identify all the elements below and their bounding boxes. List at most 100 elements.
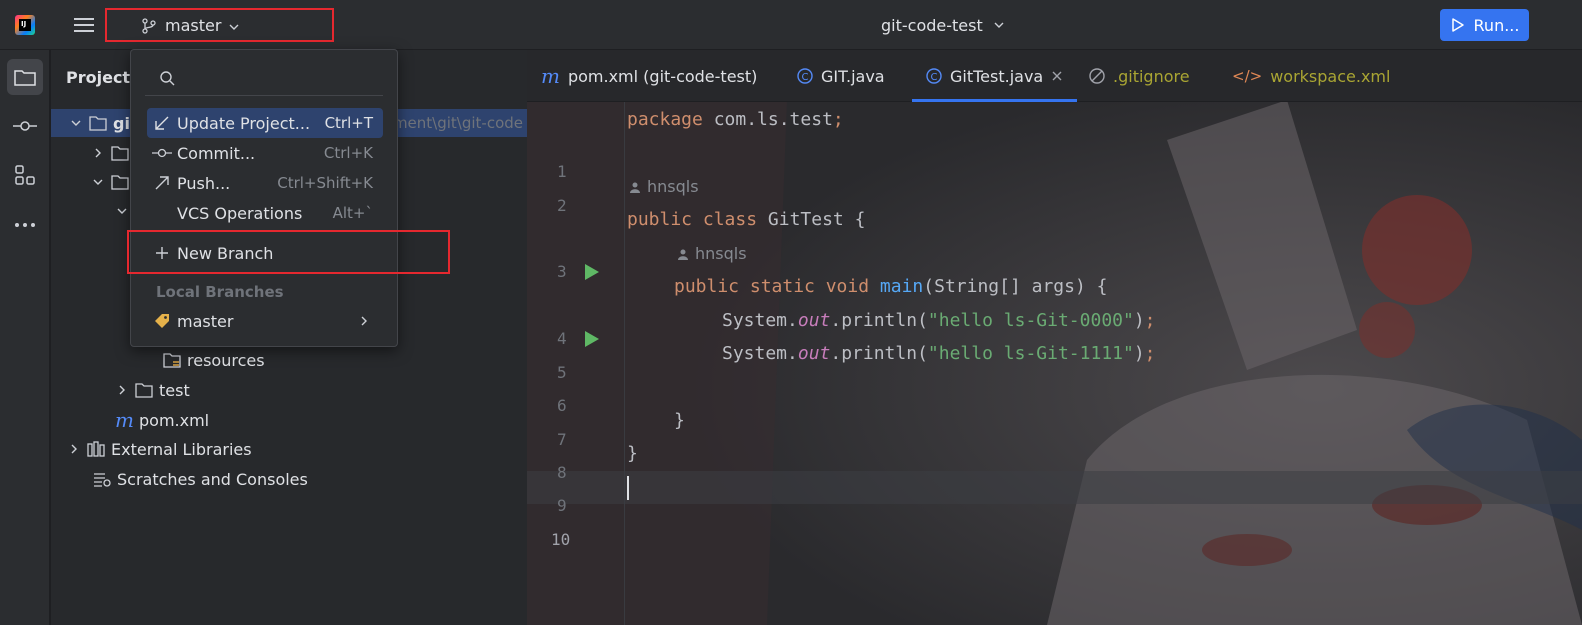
popup-search-field[interactable] [145, 58, 383, 96]
new-branch-item[interactable]: New Branch [147, 238, 383, 268]
line-number: 8 [557, 463, 567, 482]
tool-window-strip [0, 50, 50, 625]
run-class-icon[interactable] [585, 264, 599, 280]
code-line-9: } [627, 443, 638, 464]
line-number: 9 [557, 496, 567, 515]
line-number: 10 [551, 530, 571, 549]
folder-icon [111, 175, 129, 190]
tab-label: pom.xml (git-code-test) [567, 66, 758, 86]
project-panel-title: Project [66, 68, 131, 87]
git-branch-icon [142, 18, 156, 34]
code-line-8: } [674, 410, 685, 431]
commit-item[interactable]: Commit... Ctrl+K [147, 138, 383, 168]
tree-item-external-libraries[interactable]: External Libraries [67, 435, 252, 463]
commit-icon [152, 148, 172, 158]
maven-icon: m [541, 64, 560, 88]
commit-tool-button[interactable] [7, 108, 43, 144]
tree-row[interactable] [91, 139, 129, 167]
branch-widget[interactable]: master [105, 8, 334, 42]
tree-item-pom[interactable]: m pom.xml [115, 406, 209, 434]
branch-popup: Update Project... Ctrl+T Commit... Ctrl+… [130, 49, 398, 347]
tree-row[interactable] [115, 197, 129, 225]
root-path-hint: ment\git\git-code [392, 114, 524, 132]
current-line-highlight [527, 471, 1582, 504]
chevron-down-icon [71, 120, 81, 126]
editor-gutter: 1 2 3 4 5 6 7 8 9 10 [527, 102, 625, 625]
tree-item-resources[interactable]: resources [163, 346, 265, 374]
structure-icon [15, 165, 35, 185]
code-line-3: public class GitTest { [627, 209, 866, 230]
run-main-icon[interactable] [585, 331, 599, 347]
push-arrow-icon [155, 176, 169, 190]
chevron-right-icon [71, 444, 77, 454]
vcs-operations-item[interactable]: VCS Operations Alt+` [147, 198, 383, 228]
user-icon [678, 249, 688, 260]
tree-item-label: pom.xml [139, 410, 210, 430]
tab-gitignore[interactable]: .gitignore [1089, 50, 1190, 102]
more-tools-button[interactable] [7, 207, 43, 243]
svg-text:C: C [931, 72, 938, 83]
search-icon [160, 71, 175, 86]
editor-area: m pom.xml (git-code-test) C GIT.java C G… [527, 50, 1582, 625]
more-icon [15, 223, 35, 227]
title-bar: IJ master git-code-test Run... [0, 0, 1582, 50]
project-name-label: git-code-test [881, 15, 983, 35]
chevron-down-icon [994, 22, 1004, 28]
tree-item-label: resources [187, 350, 265, 370]
xml-icon: </> [1232, 67, 1263, 85]
resources-folder-icon [163, 353, 181, 368]
main-menu-icon[interactable] [74, 15, 94, 35]
tree-row[interactable] [91, 168, 129, 196]
push-item[interactable]: Push... Ctrl+Shift+K [147, 168, 383, 198]
popup-search-input[interactable] [185, 66, 375, 88]
text-caret [627, 476, 629, 500]
tree-item-label: External Libraries [111, 439, 252, 459]
tab-label: workspace.xml [1270, 66, 1391, 86]
tab-workspace-xml[interactable]: </> workspace.xml [1232, 50, 1390, 102]
chevron-down-icon [93, 179, 103, 185]
intellij-logo-icon[interactable]: IJ [15, 15, 35, 35]
close-tab-icon[interactable] [1051, 70, 1063, 82]
code-line-5: System.out.println("hello ls-Git-0000"); [722, 310, 1156, 331]
author-inlay-hint[interactable]: hnsqls [677, 244, 747, 263]
plus-icon [156, 247, 168, 259]
tab-pom-xml[interactable]: m pom.xml (git-code-test) [541, 50, 757, 102]
library-icon [87, 441, 105, 457]
current-branch-label: master [165, 16, 222, 35]
line-number: 7 [557, 430, 567, 449]
branch-master-item[interactable]: master [147, 306, 383, 336]
maven-icon: m [115, 408, 134, 432]
run-button[interactable]: Run... [1440, 9, 1529, 41]
tree-item-scratches[interactable]: Scratches and Consoles [93, 465, 308, 493]
update-project-item[interactable]: Update Project... Ctrl+T [147, 108, 383, 138]
java-class-icon: C [797, 68, 813, 84]
svg-text:C: C [802, 72, 809, 83]
line-number: 2 [557, 196, 567, 215]
line-number: 1 [557, 162, 567, 181]
code-line-6: System.out.println("hello ls-Git-1111"); [722, 343, 1156, 364]
root-label: gi [113, 113, 130, 133]
project-tool-button[interactable] [7, 59, 43, 95]
tab-git-java[interactable]: C GIT.java [797, 50, 885, 102]
chevron-right-icon [95, 148, 101, 158]
code-line-4: public static void main(String[] args) { [674, 276, 1108, 297]
author-inlay-hint[interactable]: hnsqls [629, 177, 699, 196]
chevron-down-icon [229, 24, 239, 30]
folder-icon [14, 70, 36, 86]
line-number: 5 [557, 363, 567, 382]
tab-label: GIT.java [821, 66, 885, 86]
update-arrow-icon [155, 116, 169, 130]
chevron-right-icon [361, 316, 367, 326]
chevron-down-icon [117, 208, 127, 214]
commit-icon [13, 121, 37, 131]
run-label: Run... [1473, 15, 1520, 35]
tree-item-label: test [159, 380, 190, 400]
tree-item-label: Scratches and Consoles [117, 469, 308, 489]
tree-item-test[interactable]: test [115, 376, 190, 404]
project-switcher[interactable]: git-code-test [881, 14, 1005, 36]
folder-icon [135, 383, 153, 398]
editor-tabs: m pom.xml (git-code-test) C GIT.java C G… [527, 50, 1582, 102]
java-class-icon: C [926, 68, 942, 84]
tab-gittest-java[interactable]: C GitTest.java [912, 50, 1078, 102]
structure-tool-button[interactable] [7, 157, 43, 193]
